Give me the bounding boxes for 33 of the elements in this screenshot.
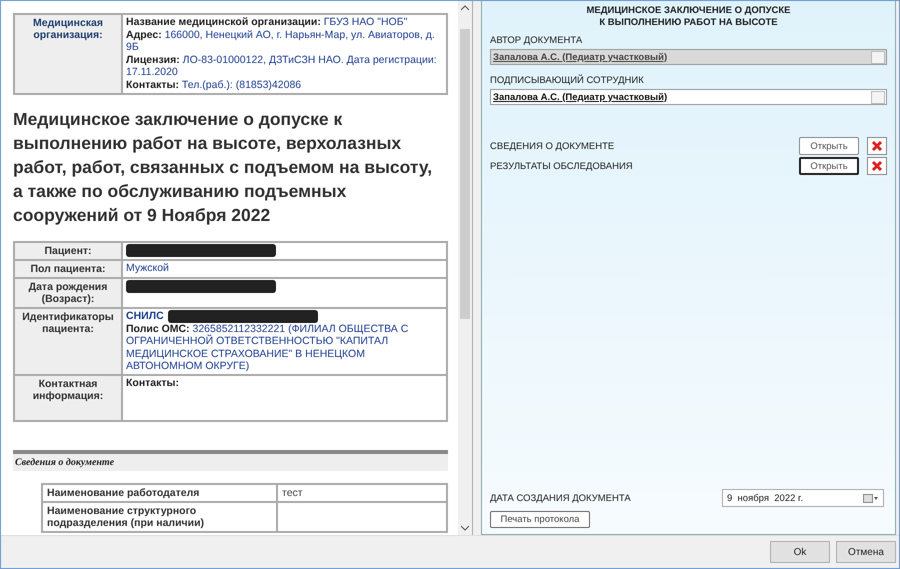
form-title: МЕДИЦИНСКОЕ ЗАКЛЮЧЕНИЕ О ДОПУСКЕ К ВЫПОЛНЕНИЮ РАБОТ НА ВЫСОТЕ <box>585 5 792 29</box>
attachment-label: РЕЗУЛЬТАТЫ ОБСЛЕДОВАНИЯ <box>490 160 634 172</box>
table-cell: Наименование структурного подразделения (при наличии) <box>42 502 277 532</box>
dialog-button[interactable]: Ok <box>770 541 830 563</box>
scrollbar[interactable] <box>458 1 472 535</box>
employee-field[interactable]: Запалова А.С. (Педиатр участковый) <box>490 89 887 105</box>
delete-button[interactable] <box>867 137 887 155</box>
close-icon <box>871 160 883 172</box>
open-button[interactable]: Открыть <box>799 157 859 175</box>
delete-button[interactable] <box>867 157 887 175</box>
section-heading: Сведения о документе <box>13 450 448 471</box>
table-cell: Мужской <box>122 260 447 278</box>
table-cell: Контактная информация: <box>14 374 122 421</box>
field-label: АВТОР ДОКУМЕНТА <box>490 35 584 46</box>
table-cell: Медицинская организация: <box>14 14 122 94</box>
table-cell: Контакты: <box>122 374 447 421</box>
table-cell: Дата рождения (Возраст): <box>14 278 122 308</box>
dialog-button[interactable]: Отмена <box>836 541 896 563</box>
field-label: ПОДПИСЫВАЮЩИЙ СОТРУДНИК <box>490 75 645 86</box>
close-icon <box>871 140 883 152</box>
print-button[interactable]: Печать протокола <box>490 511 590 528</box>
table-cell: Идентификаторы пациента: <box>14 308 122 375</box>
calendar-icon[interactable] <box>863 494 879 502</box>
table-cell: тест <box>277 484 447 502</box>
date-field[interactable]: 9 ноября 2022 г. <box>722 489 884 507</box>
document-title: Медицинское заключение о допуске к выполнению работ на высоте, верхолазных работ, работ, связанных с подъемом на высоту, а также по обслуживанию подъемных сооружений от 9 Ноября 2022 <box>13 108 434 227</box>
table-cell: Название медицинской организации: ГБУЗ НАО "НОБ" Адрес: 166000, Ненецкий АО, г. Нарьян-Мар, ул. Авиаторов, д. 9Б Лицензия: ЛО-83-01000122, ДЗТиСЗН НАО. Дата регистрации: 17.11.2020 Контакты: Тел.(раб.): (81853)42086 <box>122 14 447 94</box>
table-cell: СНИЛС Полис ОМС: 3265852112332221 (ФИЛИАЛ ОБЩЕСТВА С ОГРАНИЧЕННОЙ ОТВЕТСТВЕННОСТЬЮ "КАПИТАЛ МЕДИЦИНСКОЕ СТРАХОВАНИЕ" В НЕНЕЦКОМ АВТОНОМНОМ ОКРУГЕ) <box>122 308 447 375</box>
table-cell: Пациент: <box>14 242 122 260</box>
open-button[interactable]: Открыть <box>799 137 859 155</box>
table-cell: Наименование работодателя <box>42 484 277 502</box>
date-label: ДАТА СОЗДАНИЯ ДОКУМЕНТА <box>490 492 632 504</box>
attachment-label: СВЕДЕНИЯ О ДОКУМЕНТЕ <box>490 140 616 152</box>
